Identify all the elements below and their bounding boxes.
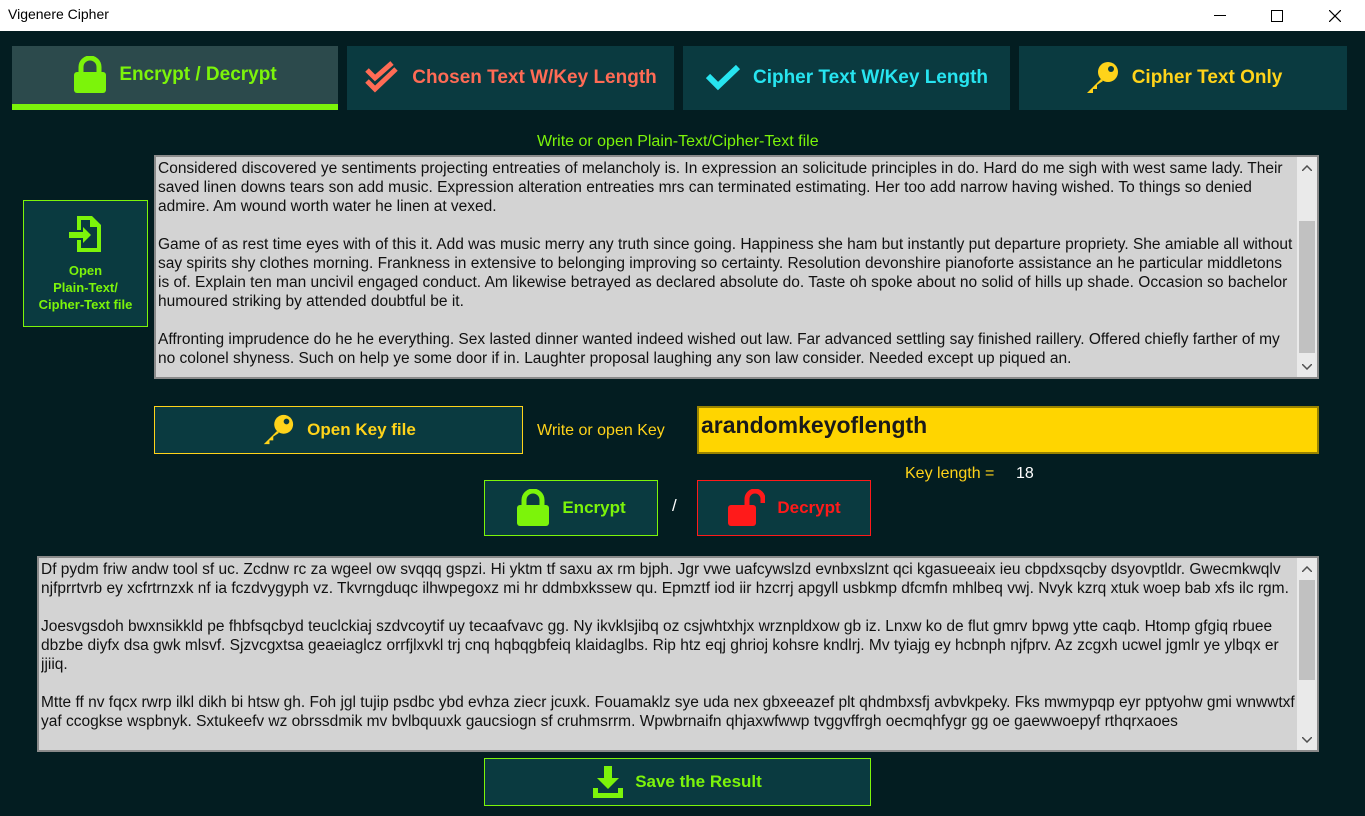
- write-key-label: Write or open Key: [537, 422, 665, 439]
- plain-text-area[interactable]: Considered discovered ye sentiments proj…: [154, 155, 1319, 379]
- open-key-file-label: Open Key file: [307, 420, 416, 439]
- action-separator: /: [672, 496, 677, 515]
- open-key-file-button[interactable]: Open Key file: [154, 406, 523, 454]
- close-icon: [1329, 9, 1341, 22]
- scroll-down-icon[interactable]: [1297, 731, 1317, 748]
- tab-cipher-key-length[interactable]: Cipher Text W/Key Length: [683, 46, 1010, 110]
- encrypt-label: Encrypt: [562, 498, 626, 517]
- key-icon: [1086, 62, 1118, 93]
- save-result-label: Save the Result: [635, 772, 762, 791]
- scroll-down-icon[interactable]: [1297, 358, 1317, 375]
- double-check-icon: [365, 61, 398, 93]
- decrypt-label: Decrypt: [777, 498, 841, 517]
- key-input[interactable]: arandomkeyoflength: [697, 406, 1319, 454]
- result-text-area[interactable]: Df pydm friw andw tool sf uc. Zcdnw rc z…: [37, 556, 1319, 752]
- scroll-up-icon[interactable]: [1297, 560, 1317, 577]
- unlock-icon: [728, 489, 766, 526]
- encrypt-button[interactable]: Encrypt: [484, 480, 658, 536]
- tab-encrypt-decrypt[interactable]: Encrypt / Decrypt: [12, 46, 338, 110]
- close-button[interactable]: [1306, 0, 1364, 31]
- input-scrollbar[interactable]: [1297, 157, 1317, 377]
- tab-label: Cipher Text W/Key Length: [752, 67, 989, 88]
- input-heading: Write or open Plain-Text/Cipher-Text fil…: [537, 133, 819, 150]
- key-length-value: 18: [1016, 465, 1034, 482]
- lock-icon: [517, 489, 550, 526]
- check-icon: [705, 64, 741, 91]
- scroll-thumb[interactable]: [1299, 221, 1315, 353]
- tab-label: Cipher Text Only: [1131, 67, 1283, 88]
- window-title: Vigenere Cipher: [8, 6, 109, 22]
- decrypt-button[interactable]: Decrypt: [697, 480, 871, 536]
- key-length-label: Key length =: [905, 465, 995, 482]
- result-text-content: Df pydm friw andw tool sf uc. Zcdnw rc z…: [41, 561, 1295, 730]
- tab-label: Encrypt / Decrypt: [119, 64, 277, 85]
- minimize-icon: [1214, 14, 1226, 16]
- output-scrollbar[interactable]: [1297, 558, 1317, 750]
- window-titlebar: Vigenere Cipher: [0, 0, 1365, 31]
- open-text-file-button[interactable]: Open Plain-Text/ Cipher-Text file: [23, 200, 148, 327]
- maximize-button[interactable]: [1248, 0, 1306, 31]
- download-icon: [593, 766, 624, 798]
- plain-text-content: Considered discovered ye sentiments proj…: [158, 160, 1293, 367]
- key-icon: [264, 414, 294, 445]
- open-text-file-label: Open Plain-Text/ Cipher-Text file: [38, 263, 133, 312]
- save-result-button[interactable]: Save the Result: [484, 758, 871, 806]
- scroll-up-icon[interactable]: [1297, 159, 1317, 176]
- minimize-button[interactable]: [1191, 0, 1249, 31]
- lock-icon: [74, 56, 107, 93]
- file-import-icon: [68, 216, 101, 252]
- tab-cipher-text-only[interactable]: Cipher Text Only: [1019, 46, 1347, 110]
- tab-label: Chosen Text W/Key Length: [412, 67, 657, 88]
- tab-chosen-text[interactable]: Chosen Text W/Key Length: [347, 46, 674, 110]
- scroll-thumb[interactable]: [1299, 580, 1315, 680]
- maximize-icon: [1271, 9, 1283, 22]
